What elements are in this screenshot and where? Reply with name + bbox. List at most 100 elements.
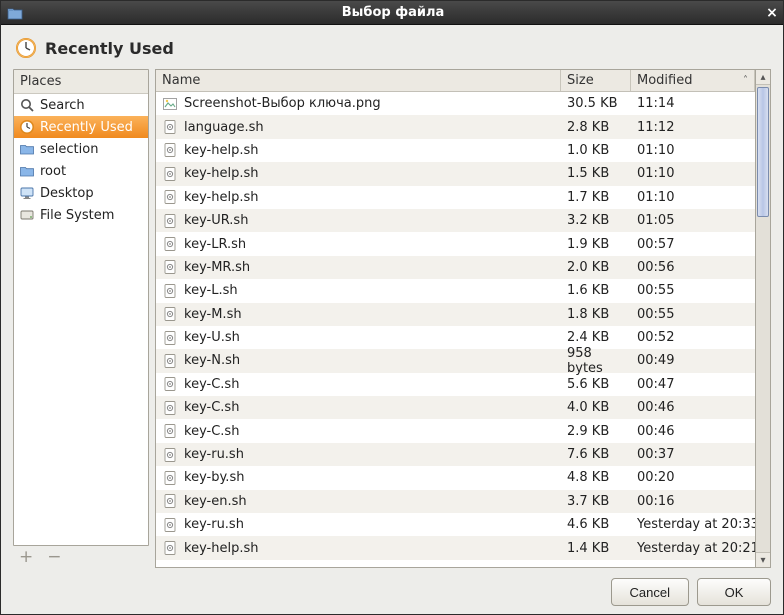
ok-button[interactable]: OK — [697, 578, 771, 606]
clock-icon — [15, 37, 37, 59]
table-row[interactable]: key-help.sh1.5 KB01:10 — [156, 162, 755, 185]
cell-modified: 00:46 — [631, 424, 755, 439]
cell-modified: 00:46 — [631, 400, 755, 415]
cell-modified: Yesterday at 20:21 — [631, 541, 755, 556]
column-header-modified[interactable]: Modified ˄ — [631, 70, 755, 91]
table-row[interactable]: key-LR.sh1.9 KB00:57 — [156, 232, 755, 255]
scroll-track[interactable] — [756, 85, 770, 552]
table-row[interactable]: key-L.sh1.6 KB00:55 — [156, 279, 755, 302]
table-row[interactable]: key-C.sh 4.0 KB00:46 — [156, 396, 755, 419]
cell-modified: 00:37 — [631, 447, 755, 462]
close-icon[interactable]: × — [761, 5, 783, 21]
file-name: key-M.sh — [184, 307, 242, 322]
script-icon — [162, 376, 178, 392]
column-header-modified-label: Modified — [637, 73, 692, 88]
sidebar-item-label: Recently Used — [40, 120, 133, 135]
file-name: key-UR.sh — [184, 213, 248, 228]
cancel-button[interactable]: Cancel — [611, 578, 689, 606]
file-name: key-help.sh — [184, 143, 258, 158]
table-row[interactable]: key-N.sh958 bytes00:49 — [156, 349, 755, 372]
table-row[interactable]: key-ru.sh7.6 KB00:37 — [156, 443, 755, 466]
script-icon — [162, 540, 178, 556]
file-name: key-U.sh — [184, 330, 240, 345]
cell-size: 2.0 KB — [561, 260, 631, 275]
cell-modified: 00:52 — [631, 330, 755, 345]
table-row[interactable]: key-M.sh1.8 KB00:55 — [156, 303, 755, 326]
cell-size: 3.7 KB — [561, 494, 631, 509]
table-row[interactable]: key-help.sh 1.0 KB01:10 — [156, 139, 755, 162]
cell-modified: 00:16 — [631, 494, 755, 509]
titlebar[interactable]: Выбор файла × — [1, 1, 783, 25]
table-row[interactable]: key-by.sh4.8 KB00:20 — [156, 466, 755, 489]
table-row[interactable]: key-UR.sh3.2 KB01:05 — [156, 209, 755, 232]
scroll-down-button[interactable]: ▾ — [756, 552, 770, 567]
sidebar-item-search[interactable]: Search — [14, 94, 148, 116]
cell-name: key-MR.sh — [156, 259, 561, 275]
sidebar-item-desktop[interactable]: Desktop — [14, 182, 148, 204]
script-icon — [162, 400, 178, 416]
column-header-size[interactable]: Size — [561, 70, 631, 91]
sidebar-item-label: File System — [40, 208, 114, 223]
file-name: key-C.sh — [184, 377, 239, 392]
sidebar-item-root[interactable]: root — [14, 160, 148, 182]
table-row[interactable]: key-en.sh 3.7 KB00:16 — [156, 490, 755, 513]
cell-size: 4.6 KB — [561, 517, 631, 532]
cell-modified: 00:49 — [631, 353, 755, 368]
scroll-up-button[interactable]: ▴ — [756, 70, 770, 85]
cell-size: 30.5 KB — [561, 96, 631, 111]
folder-icon — [19, 141, 35, 157]
cell-modified: Yesterday at 20:33 — [631, 517, 755, 532]
cell-name: key-help.sh — [156, 142, 561, 158]
sidebar-item-selection[interactable]: selection — [14, 138, 148, 160]
add-bookmark-button[interactable]: + — [19, 549, 33, 566]
cell-name: key-en.sh — [156, 493, 561, 509]
folder-icon — [19, 163, 35, 179]
file-name: language.sh — [184, 120, 264, 135]
column-header-size-label: Size — [567, 73, 594, 88]
sidebar-item-file-system[interactable]: File System — [14, 204, 148, 226]
panes: Places Search Recently Used selection root D… — [13, 69, 771, 568]
cell-size: 1.8 KB — [561, 307, 631, 322]
cell-modified: 00:57 — [631, 237, 755, 252]
places-footer: + − — [13, 546, 149, 568]
sidebar: Places Search Recently Used selection root D… — [13, 69, 149, 568]
file-name: key-help.sh — [184, 541, 258, 556]
table-row[interactable]: key-U.sh2.4 KB00:52 — [156, 326, 755, 349]
scroll-thumb[interactable] — [757, 87, 769, 217]
file-area: Name Size Modified ˄ Screenshot-Выбор кл… — [155, 69, 771, 568]
table-row[interactable]: key-help.sh1.4 KBYesterday at 20:21 — [156, 536, 755, 559]
places-list: Search Recently Used selection root Desktop F… — [14, 94, 148, 545]
sidebar-item-label: Search — [40, 98, 85, 113]
scrollbar-vertical[interactable]: ▴ ▾ — [756, 69, 771, 568]
remove-bookmark-button[interactable]: − — [47, 549, 61, 566]
sidebar-item-recently-used[interactable]: Recently Used — [14, 116, 148, 138]
column-header-name-label: Name — [162, 73, 200, 88]
table-row[interactable]: language.sh2.8 KB11:12 — [156, 115, 755, 138]
sidebar-item-label: root — [40, 164, 66, 179]
cell-name: key-C.sh — [156, 376, 561, 392]
table-row[interactable]: key-C.sh2.9 KB00:46 — [156, 419, 755, 442]
cell-name: key-C.sh — [156, 400, 561, 416]
column-header-name[interactable]: Name — [156, 70, 561, 91]
script-icon — [162, 330, 178, 346]
table-row[interactable]: Screenshot-Выбор ключа.png30.5 KB11:14 — [156, 92, 755, 115]
table-row[interactable]: key-help.sh1.7 KB01:10 — [156, 186, 755, 209]
file-list: Name Size Modified ˄ Screenshot-Выбор кл… — [155, 69, 756, 568]
file-name: key-C.sh — [184, 400, 239, 415]
places-header[interactable]: Places — [14, 70, 148, 94]
file-name: key-en.sh — [184, 494, 247, 509]
cell-name: key-ru.sh — [156, 517, 561, 533]
cell-size: 4.0 KB — [561, 400, 631, 415]
table-row[interactable]: key-ru.sh4.6 KBYesterday at 20:33 — [156, 513, 755, 536]
file-name: key-C.sh — [184, 424, 239, 439]
cell-name: key-LR.sh — [156, 236, 561, 252]
cell-name: key-C.sh — [156, 423, 561, 439]
table-row[interactable]: key-C.sh5.6 KB00:47 — [156, 373, 755, 396]
table-row[interactable]: key-MR.sh2.0 KB00:56 — [156, 256, 755, 279]
file-chooser-dialog: Выбор файла × Recently Used Places S — [0, 0, 784, 615]
cell-name: language.sh — [156, 119, 561, 135]
cell-modified: 01:10 — [631, 143, 755, 158]
cell-name: key-help.sh — [156, 540, 561, 556]
cell-size: 1.0 KB — [561, 143, 631, 158]
file-list-body[interactable]: Screenshot-Выбор ключа.png30.5 KB11:14la… — [156, 92, 755, 567]
